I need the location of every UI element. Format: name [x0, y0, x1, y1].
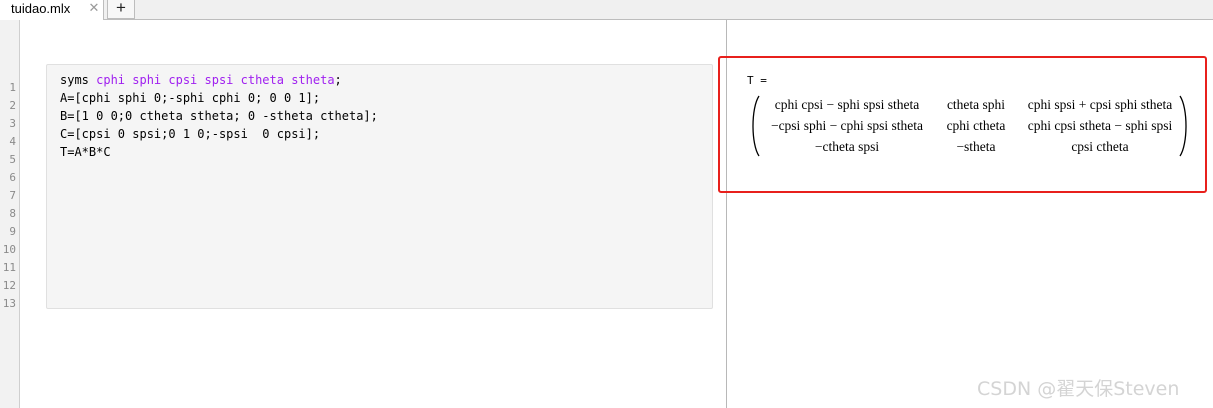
line-number: 8: [9, 207, 16, 220]
symbolic-variables: cphi sphi cpsi spsi ctheta stheta: [96, 73, 335, 87]
add-tab-button[interactable]: +: [107, 0, 135, 19]
line-number: 1: [9, 81, 16, 94]
matrix-cell: −ctheta spsi: [814, 139, 880, 154]
matrix-cell: cphi ctheta: [946, 118, 1006, 133]
tab-tuidao[interactable]: tuidao.mlx ✕: [0, 0, 104, 20]
line-number: 3: [9, 117, 16, 130]
line-number: 12: [2, 279, 16, 292]
matrix-cell: −stheta: [956, 139, 996, 154]
line-number: 9: [9, 225, 16, 238]
syms-keyword: syms: [60, 73, 97, 87]
matrix-cell: ctheta sphi: [946, 97, 1006, 112]
line-number: 6: [9, 171, 16, 184]
line-number: 11: [2, 261, 16, 274]
tab-title: tuidao.mlx: [11, 1, 71, 16]
code-line-4[interactable]: C=[cpsi 0 spsi;0 1 0;-spsi 0 cpsi];: [60, 125, 320, 143]
line-number: 4: [9, 135, 16, 148]
line-number: 13: [2, 297, 16, 310]
tab-bar: tuidao.mlx ✕ +: [0, 0, 1213, 20]
line-number: 10: [2, 243, 16, 256]
line-number: 5: [9, 153, 16, 166]
code-line-2[interactable]: A=[cphi sphi 0;-sphi cphi 0; 0 0 1];: [60, 89, 320, 107]
code-line-5[interactable]: T=A*B*C: [60, 143, 111, 161]
matrix-cell: cphi cpsi − sphi spsi stheta: [774, 97, 920, 112]
line-number: 2: [9, 99, 16, 112]
code-line-3[interactable]: B=[1 0 0;0 ctheta stheta; 0 -stheta cthe…: [60, 107, 378, 125]
matrix-cell: cphi spsi + cpsi sphi stheta: [1027, 97, 1173, 112]
line-terminator: ;: [334, 73, 342, 87]
left-paren-icon: [752, 95, 760, 157]
close-icon[interactable]: ✕: [88, 0, 100, 18]
matrix-cell: cpsi ctheta: [1071, 139, 1129, 154]
right-paren-icon: [1179, 95, 1187, 157]
watermark: CSDN @翟天保Steven: [977, 378, 1180, 400]
matrix-cell: cphi cpsi stheta − sphi spsi: [1027, 118, 1173, 133]
matrix-cell: −cpsi sphi − cphi spsi stheta: [770, 118, 924, 133]
output-variable-label: T =: [747, 74, 767, 87]
line-number: 7: [9, 189, 16, 202]
code-line-1[interactable]: syms cphi sphi cpsi spsi ctheta stheta;: [60, 71, 342, 89]
line-number-gutter: 1 2 3 4 5 6 7 8 9 10 11 12 13: [0, 20, 20, 408]
